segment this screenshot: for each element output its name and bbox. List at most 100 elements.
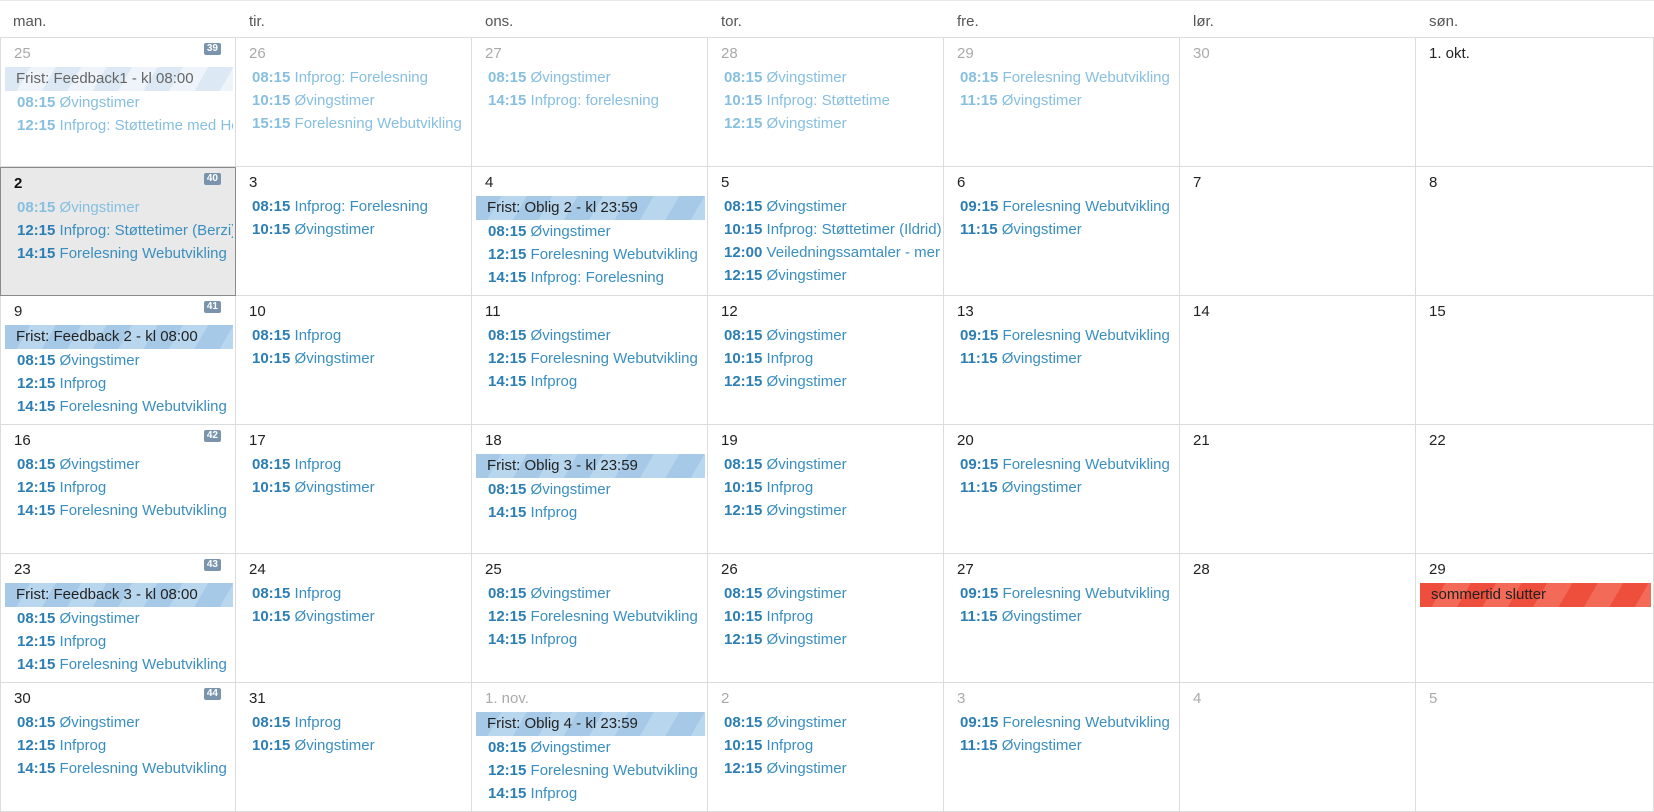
day-cell[interactable]: 20 09:15 Forelesning Webutvikling 11:15 Øv…: [944, 425, 1180, 554]
day-number[interactable]: 22: [1429, 432, 1446, 449]
day-cell[interactable]: 23 43 Frist: Feedback 3 - kl 08:00 08:15 Øv…: [0, 554, 236, 683]
calendar-event[interactable]: 12:15 Infprog: [17, 735, 233, 757]
calendar-event[interactable]: 14:15 Forelesning Webutvikling: [17, 500, 233, 522]
day-number[interactable]: 12: [721, 303, 738, 320]
calendar-event[interactable]: 12:15 Øvingstimer: [724, 265, 941, 287]
calendar-event[interactable]: 08:15 Øvingstimer: [17, 197, 233, 219]
day-cell[interactable]: 16 42 08:15 Øvingstimer 12:15 Infprog 14:15 …: [0, 425, 236, 554]
calendar-event[interactable]: 14:15 Forelesning Webutvikling: [17, 243, 233, 265]
calendar-event[interactable]: 08:15 Øvingstimer: [724, 67, 941, 89]
calendar-event[interactable]: 08:15 Øvingstimer: [724, 196, 941, 218]
calendar-event[interactable]: 12:15 Øvingstimer: [724, 371, 941, 393]
day-number[interactable]: 1. okt.: [1429, 45, 1470, 62]
calendar-event[interactable]: 11:15 Øvingstimer: [960, 735, 1177, 757]
calendar-event[interactable]: 08:15 Infprog: [252, 325, 469, 347]
calendar-event[interactable]: 08:15 Øvingstimer: [488, 583, 705, 605]
calendar-event[interactable]: 10:15 Øvingstimer: [252, 348, 469, 370]
day-cell[interactable]: 28 08:15 Øvingstimer 10:15 Infprog: Støtte…: [708, 38, 944, 167]
day-cell[interactable]: 31 08:15 Infprog 10:15 Øvingstimer: [236, 683, 472, 812]
day-number[interactable]: 30: [14, 690, 31, 707]
calendar-event[interactable]: 11:15 Øvingstimer: [960, 90, 1177, 112]
calendar-event[interactable]: 08:15 Øvingstimer: [17, 92, 233, 114]
day-cell[interactable]: 4: [1180, 683, 1416, 812]
calendar-event[interactable]: 08:15 Øvingstimer: [17, 454, 233, 476]
day-number[interactable]: 28: [1193, 561, 1210, 578]
day-number[interactable]: 4: [1193, 690, 1201, 707]
calendar-event[interactable]: 14:15 Infprog: [488, 502, 705, 524]
calendar-event[interactable]: 12:15 Øvingstimer: [724, 500, 941, 522]
calendar-event[interactable]: 10:15 Øvingstimer: [252, 219, 469, 241]
calendar-event[interactable]: 11:15 Øvingstimer: [960, 348, 1177, 370]
calendar-event[interactable]: 08:15 Infprog: [252, 454, 469, 476]
all-day-event[interactable]: Frist: Feedback 2 - kl 08:00: [5, 325, 233, 349]
day-number[interactable]: 8: [1429, 174, 1437, 191]
day-number[interactable]: 3: [249, 174, 257, 191]
day-cell[interactable]: 12 08:15 Øvingstimer 10:15 Infprog 12:15 Øv…: [708, 296, 944, 425]
day-number[interactable]: 1. nov.: [485, 690, 529, 707]
day-cell[interactable]: 2 08:15 Øvingstimer 10:15 Infprog 12:15 Øvi…: [708, 683, 944, 812]
day-number[interactable]: 27: [957, 561, 974, 578]
day-number[interactable]: 2: [721, 690, 729, 707]
calendar-event[interactable]: 08:15 Øvingstimer: [488, 325, 705, 347]
day-cell[interactable]: 4 Frist: Oblig 2 - kl 23:59 08:15 Øvingsti…: [472, 167, 708, 296]
calendar-event[interactable]: 08:15 Øvingstimer: [488, 479, 705, 501]
calendar-event[interactable]: 08:15 Øvingstimer: [17, 608, 233, 630]
day-cell[interactable]: 29 08:15 Forelesning Webutvikling 11:15 Øv…: [944, 38, 1180, 167]
day-cell[interactable]: 3 09:15 Forelesning Webutvikling 11:15 Øvi…: [944, 683, 1180, 812]
all-day-event[interactable]: Frist: Feedback1 - kl 08:00: [5, 67, 233, 91]
calendar-event[interactable]: 14:15 Infprog: [488, 783, 705, 805]
day-number[interactable]: 4: [485, 174, 493, 191]
calendar-event[interactable]: 08:15 Forelesning Webutvikling: [960, 67, 1177, 89]
calendar-event[interactable]: 10:15 Infprog: Støttetime: [724, 90, 941, 112]
day-number[interactable]: 26: [721, 561, 738, 578]
calendar-event[interactable]: 10:15 Infprog: [724, 477, 941, 499]
day-cell[interactable]: 1. okt.: [1416, 38, 1654, 167]
day-cell[interactable]: 11 08:15 Øvingstimer 12:15 Forelesning Web…: [472, 296, 708, 425]
calendar-event[interactable]: 09:15 Forelesning Webutvikling: [960, 196, 1177, 218]
calendar-event[interactable]: 12:15 Øvingstimer: [724, 758, 941, 780]
day-cell[interactable]: 29 sommertid slutter: [1416, 554, 1654, 683]
calendar-event[interactable]: 14:15 Forelesning Webutvikling: [17, 396, 233, 418]
calendar-event[interactable]: 12:15 Infprog: [17, 477, 233, 499]
day-number[interactable]: 27: [485, 45, 502, 62]
day-number[interactable]: 30: [1193, 45, 1210, 62]
calendar-event[interactable]: 08:15 Øvingstimer: [724, 454, 941, 476]
day-number[interactable]: 28: [721, 45, 738, 62]
day-cell[interactable]: 22: [1416, 425, 1654, 554]
calendar-event[interactable]: 11:15 Øvingstimer: [960, 606, 1177, 628]
calendar-event[interactable]: 10:15 Øvingstimer: [252, 477, 469, 499]
day-cell[interactable]: 6 09:15 Forelesning Webutvikling 11:15 Øvi…: [944, 167, 1180, 296]
calendar-event[interactable]: 12:15 Forelesning Webutvikling: [488, 760, 705, 782]
calendar-event[interactable]: 09:15 Forelesning Webutvikling: [960, 583, 1177, 605]
day-cell[interactable]: 5: [1416, 683, 1654, 812]
calendar-event[interactable]: 10:15 Øvingstimer: [252, 90, 469, 112]
calendar-event[interactable]: 12:15 Forelesning Webutvikling: [488, 606, 705, 628]
day-cell[interactable]: 13 09:15 Forelesning Webutvikling 11:15 Øv…: [944, 296, 1180, 425]
day-cell[interactable]: 3 08:15 Infprog: Forelesning 10:15 Øvingst…: [236, 167, 472, 296]
day-number[interactable]: 11: [485, 303, 501, 320]
week-number-badge[interactable]: 41: [203, 301, 221, 313]
day-cell[interactable]: 30 44 08:15 Øvingstimer 12:15 Infprog 14:15 …: [0, 683, 236, 812]
calendar-event[interactable]: 12:15 Infprog: Støttetime med He: [17, 115, 233, 137]
day-cell[interactable]: 21: [1180, 425, 1416, 554]
day-number[interactable]: 29: [957, 45, 974, 62]
calendar-event[interactable]: 08:15 Øvingstimer: [488, 737, 705, 759]
day-number[interactable]: 13: [957, 303, 974, 320]
day-cell[interactable]: 15: [1416, 296, 1654, 425]
day-number[interactable]: 10: [249, 303, 266, 320]
all-day-event[interactable]: Frist: Oblig 4 - kl 23:59: [476, 712, 705, 736]
day-cell[interactable]: 26 08:15 Infprog: Forelesning 10:15 Øvings…: [236, 38, 472, 167]
calendar-event[interactable]: 12:15 Infprog: [17, 631, 233, 653]
day-number[interactable]: 18: [485, 432, 502, 449]
day-number[interactable]: 19: [721, 432, 738, 449]
calendar-event[interactable]: 08:15 Øvingstimer: [724, 325, 941, 347]
day-number[interactable]: 16: [14, 432, 31, 449]
day-number[interactable]: 6: [957, 174, 965, 191]
calendar-event[interactable]: 08:15 Øvingstimer: [17, 350, 233, 372]
day-number[interactable]: 17: [249, 432, 266, 449]
all-day-event[interactable]: sommertid slutter: [1420, 583, 1651, 607]
calendar-event[interactable]: 14:15 Infprog: [488, 371, 705, 393]
calendar-event[interactable]: 10:15 Øvingstimer: [252, 606, 469, 628]
day-cell[interactable]: 8: [1416, 167, 1654, 296]
all-day-event[interactable]: Frist: Oblig 3 - kl 23:59: [476, 454, 705, 478]
